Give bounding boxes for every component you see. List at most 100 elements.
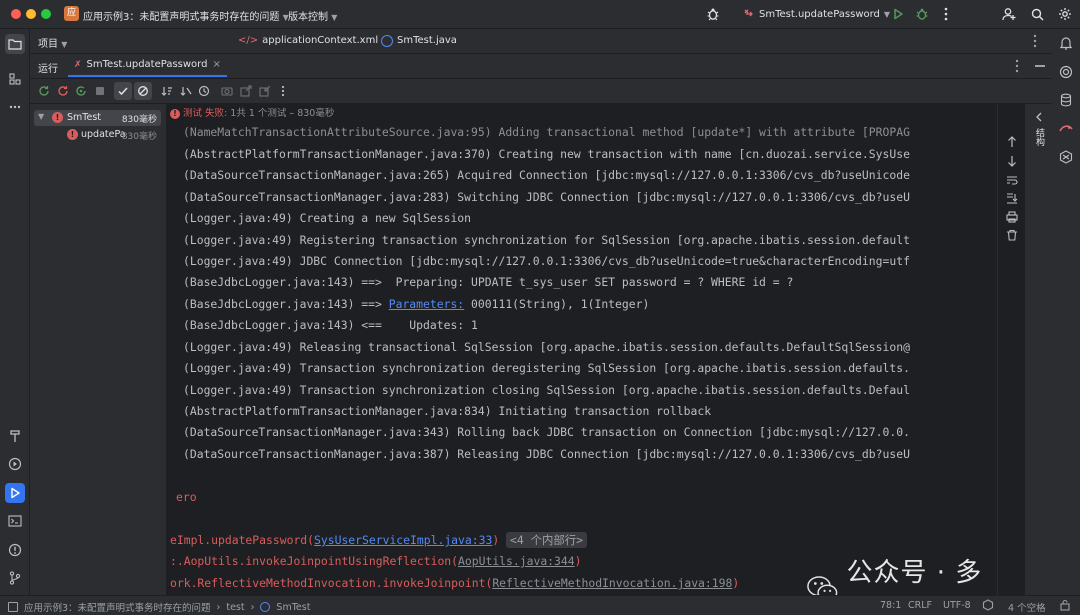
vcs-menu[interactable]: 版本控制 ▼ <box>288 8 337 23</box>
show-ignored-icon[interactable] <box>134 82 152 100</box>
file-encoding[interactable]: UTF-8 <box>943 600 971 611</box>
tree-item-child[interactable]: ! updatePa 830毫秒 <box>34 127 161 143</box>
debug-bug-icon[interactable] <box>705 6 721 22</box>
log-line: (DataSourceTransactionManager.java:265) … <box>183 168 910 182</box>
folded-lines-badge[interactable]: <4 个内部行> <box>506 532 588 548</box>
tree-item-label: updatePa <box>81 129 126 140</box>
editor-tab[interactable]: SmTest.java <box>373 29 465 52</box>
sort-duration-icon[interactable] <box>179 84 193 98</box>
more-vertical-icon[interactable] <box>938 6 954 22</box>
minimize-window-button[interactable] <box>26 9 36 19</box>
project-selector[interactable]: 应用示例3：未配置声明式事务时存在的问题 ▼ <box>83 8 289 23</box>
parameters-link[interactable]: Parameters: <box>389 297 464 311</box>
line-separator[interactable]: CRLF <box>908 600 932 611</box>
log-line: (DataSourceTransactionManager.java:387) … <box>183 447 910 461</box>
export-icon[interactable] <box>239 84 253 98</box>
add-user-icon[interactable] <box>1001 6 1017 22</box>
breadcrumb-item[interactable]: test <box>226 602 244 613</box>
project-name: 应用示例3：未配置声明式事务时存在的问题 <box>83 12 280 23</box>
database-icon[interactable] <box>1056 90 1076 110</box>
stop-icon[interactable] <box>93 84 107 98</box>
plugin-icon[interactable] <box>1056 147 1076 167</box>
close-window-button[interactable] <box>11 9 21 19</box>
test-status-text: 测试 失败: <box>183 108 231 119</box>
structure-icon[interactable] <box>5 69 25 89</box>
stack-trace-line: ork.ReflectiveMethodInvocation.invokeJoi… <box>170 573 739 594</box>
zoom-window-button[interactable] <box>41 9 51 19</box>
print-icon[interactable] <box>1005 210 1019 224</box>
left-tool-strip <box>0 29 30 595</box>
trace-text: ) <box>574 554 582 568</box>
run-tab-label: SmTest.updatePassword <box>86 59 208 70</box>
notifications-bell-icon[interactable] <box>1056 33 1076 53</box>
lock-icon[interactable] <box>1060 599 1070 614</box>
breadcrumb-item[interactable]: SmTest <box>276 602 310 613</box>
arrow-up-icon[interactable] <box>1005 135 1019 149</box>
chevron-left-icon[interactable] <box>1032 110 1046 124</box>
arrow-down-icon[interactable] <box>1005 154 1019 168</box>
right-tool-strip <box>1051 29 1080 595</box>
more-horizontal-icon[interactable] <box>5 97 25 117</box>
trace-text: :.AopUtils.invokeJoinpointUsingReflectio… <box>170 554 459 568</box>
run-icon[interactable] <box>890 6 906 22</box>
rerun-failed-icon[interactable] <box>56 84 70 98</box>
console-actions <box>997 104 1025 595</box>
indent-setting[interactable]: 4 个空格 <box>1008 600 1046 614</box>
editor-tab-label: SmTest.java <box>397 35 457 46</box>
error-icon: ! <box>170 108 180 119</box>
project-panel-header[interactable]: 项目 ▼ <box>38 35 67 50</box>
maven-icon[interactable] <box>1056 119 1076 139</box>
settings-gear-icon[interactable] <box>1057 6 1073 22</box>
build-hammer-icon[interactable] <box>5 426 25 446</box>
run-tab[interactable]: ✗ SmTest.updatePassword × <box>68 54 227 77</box>
history-clock-icon[interactable] <box>197 84 211 98</box>
git-icon[interactable] <box>5 568 25 588</box>
sort-alpha-icon[interactable] <box>160 84 174 98</box>
trace-text: ork.ReflectiveMethodInvocation.invokeJoi… <box>170 576 493 590</box>
log-line: (NameMatchTransactionAttributeSource.jav… <box>183 125 910 139</box>
project-folder-icon[interactable] <box>5 34 25 54</box>
breadcrumb-item[interactable]: 应用示例3：未配置声明式事务时存在的问题 <box>24 600 211 614</box>
wechat-icon <box>807 576 838 595</box>
more-vertical-icon[interactable] <box>1033 34 1037 51</box>
ai-assistant-icon[interactable] <box>1056 62 1076 82</box>
editor-tab[interactable]: </> applicationContext.xml <box>230 29 386 52</box>
structure-tab[interactable]: 结构 <box>1033 128 1044 146</box>
more-vertical-icon[interactable] <box>276 84 290 98</box>
console-output[interactable]: ! 测试 失败: 1共 1 个测试 – 830毫秒 (NameMatchTran… <box>167 104 997 595</box>
search-icon[interactable] <box>1029 6 1045 22</box>
log-line: (Logger.java:49) Transaction synchroniza… <box>183 361 910 375</box>
run-tool-icon[interactable] <box>5 483 25 503</box>
terminal-icon[interactable] <box>5 511 25 531</box>
tree-item-root[interactable]: ▼ ! SmTest 830毫秒 <box>34 110 161 126</box>
stack-trace-line: eImpl.updatePassword(SysUserServiceImpl.… <box>170 530 588 551</box>
screenshot-icon[interactable] <box>220 84 234 98</box>
junit-icon: ✗ <box>74 59 82 70</box>
log-text: (BaseJdbcLogger.java:143) ==> <box>183 297 389 311</box>
stack-trace-line: :.AopUtils.invokeJoinpointUsingReflectio… <box>170 551 581 572</box>
minimize-panel-icon[interactable] <box>1035 65 1045 67</box>
source-link[interactable]: AopUtils.java:344 <box>458 554 575 568</box>
run-config-selector[interactable]: SmTest.updatePassword ▼ <box>743 6 890 22</box>
editor-tab-row: 项目 ▼ </> applicationContext.xml SmTest.j… <box>30 29 1052 54</box>
more-vertical-icon[interactable] <box>1015 59 1019 76</box>
ai-status-icon[interactable] <box>982 599 994 614</box>
problems-icon[interactable] <box>5 540 25 560</box>
cursor-position[interactable]: 78:1 <box>880 600 901 611</box>
source-link[interactable]: SysUserServiceImpl.java:33 <box>314 533 492 547</box>
chevron-down-icon[interactable]: ▼ <box>38 112 44 121</box>
rerun-icon[interactable] <box>37 84 51 98</box>
show-passed-icon[interactable] <box>114 82 132 100</box>
services-icon[interactable] <box>5 454 25 474</box>
soft-wrap-icon[interactable] <box>1005 173 1019 187</box>
vcs-label: 版本控制 <box>288 12 328 23</box>
close-icon[interactable]: × <box>212 59 220 70</box>
toggle-auto-test-icon[interactable] <box>74 84 88 98</box>
scroll-to-end-icon[interactable] <box>1005 191 1019 205</box>
debug-icon[interactable] <box>914 6 930 22</box>
trash-icon[interactable] <box>1005 228 1019 242</box>
junit-icon <box>743 8 755 20</box>
chevron-right-icon: › <box>250 601 255 613</box>
source-link[interactable]: ReflectiveMethodInvocation.java:198 <box>492 576 732 590</box>
import-icon[interactable] <box>258 84 272 98</box>
